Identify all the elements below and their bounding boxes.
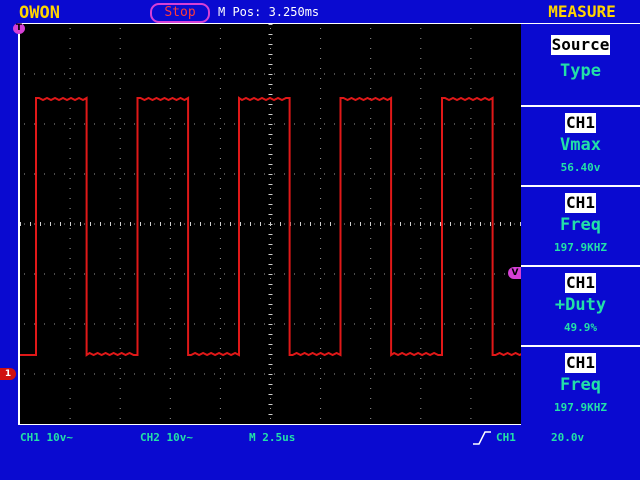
measure-menu-title: MEASURE bbox=[548, 2, 616, 21]
rising-edge-trigger-icon bbox=[473, 431, 491, 445]
measure-item-2-name: Freq bbox=[560, 215, 601, 235]
waveform-display bbox=[18, 23, 521, 425]
ch2-scale: CH2 10v~ bbox=[140, 431, 193, 444]
brand-logo: OWON bbox=[19, 3, 60, 23]
measure-item-3[interactable]: CH1 +Duty 49.9% bbox=[521, 265, 640, 345]
ch1-trace bbox=[20, 96, 521, 357]
measure-item-2-value: 197.9KHZ bbox=[554, 241, 607, 254]
measure-item-2-channel: CH1 bbox=[565, 193, 596, 213]
measure-item-1-value: 56.40v bbox=[560, 161, 601, 174]
ch1-ground-marker[interactable]: 1 bbox=[0, 368, 16, 380]
trigger-position-marker[interactable]: T bbox=[13, 23, 25, 34]
measure-item-3-value: 49.9% bbox=[563, 321, 598, 334]
trigger-level: 20.0v bbox=[551, 431, 585, 444]
measure-panel: Source Type CH1 Vmax 56.40v CH1 Freq 197… bbox=[521, 23, 640, 426]
measure-item-1[interactable]: CH1 Vmax 56.40v bbox=[521, 105, 640, 185]
trigger-source: CH1 bbox=[496, 431, 516, 444]
horizontal-position-readout: M Pos: 3.250ms bbox=[218, 5, 320, 19]
measure-item-3-channel: CH1 bbox=[565, 273, 596, 293]
waveform-svg bbox=[20, 24, 521, 419]
measure-item-3-name: +Duty bbox=[554, 295, 607, 315]
top-bar: OWON Stop M Pos: 3.250ms MEASURE bbox=[0, 0, 640, 24]
measure-item-4[interactable]: CH1 Freq 197.9KHZ bbox=[521, 345, 640, 426]
source-label: Source bbox=[550, 35, 611, 55]
ch1-scale: CH1 10v~ bbox=[20, 431, 73, 444]
trigger-level-marker[interactable]: V bbox=[508, 267, 522, 279]
measure-item-2[interactable]: CH1 Freq 197.9KHZ bbox=[521, 185, 640, 265]
graticule bbox=[20, 24, 521, 419]
measure-item-1-channel: CH1 bbox=[565, 113, 596, 133]
measure-item-4-name: Freq bbox=[560, 375, 601, 395]
timebase: M 2.5us bbox=[249, 431, 296, 444]
measure-item-4-channel: CH1 bbox=[565, 353, 596, 373]
measure-item-4-value: 197.9KHZ bbox=[554, 401, 607, 414]
status-bar: CH1 10v~ CH2 10v~ M 2.5us CH1 20.0v bbox=[0, 425, 640, 480]
measure-item-1-name: Vmax bbox=[560, 135, 601, 155]
measure-source-cell[interactable]: Source Type bbox=[521, 24, 640, 105]
type-label: Type bbox=[560, 61, 601, 81]
run-stop-indicator[interactable]: Stop bbox=[150, 3, 210, 23]
